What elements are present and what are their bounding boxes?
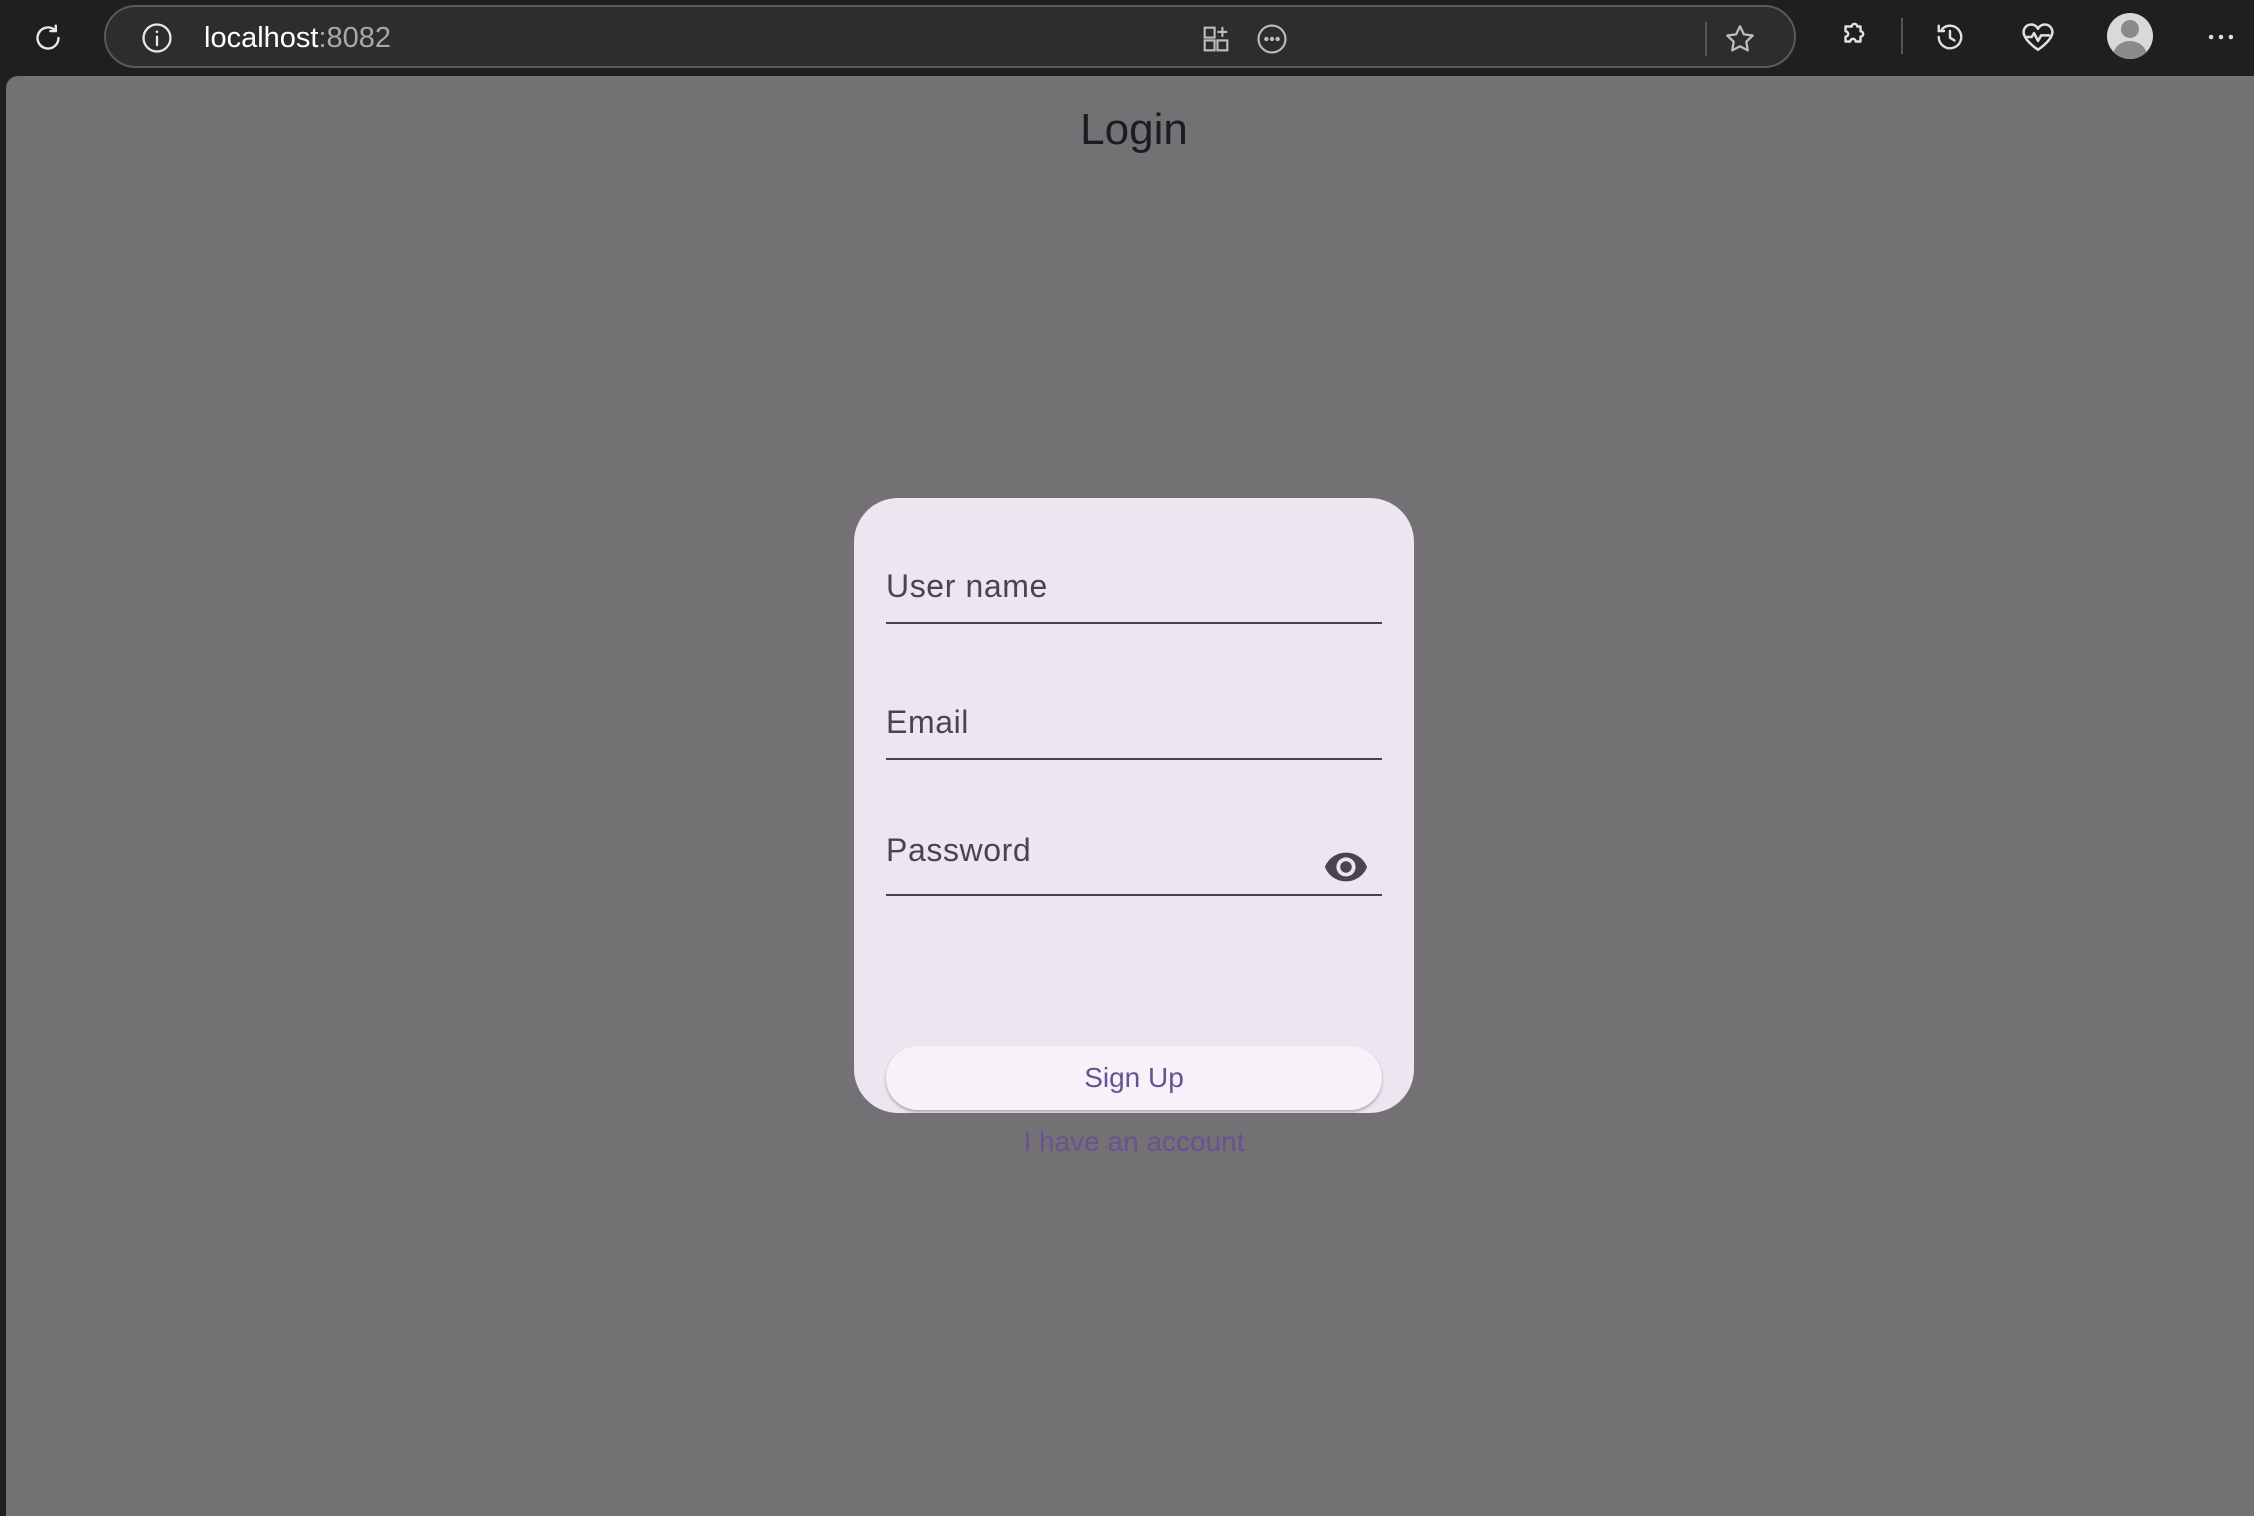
star-icon bbox=[1726, 25, 1754, 52]
toolbar-separator bbox=[1901, 18, 1903, 54]
signup-card: User name Email Password Sign Up I have … bbox=[854, 498, 1414, 1157]
history-icon bbox=[1937, 24, 1963, 50]
page-viewport: Login User name Email Password Sign Up I… bbox=[6, 76, 2254, 1516]
browser-menu-button[interactable] bbox=[2196, 12, 2246, 62]
url-text[interactable]: localhost:8082 bbox=[204, 20, 391, 56]
more-page-actions-button[interactable] bbox=[1250, 17, 1294, 61]
email-field[interactable]: Email bbox=[886, 670, 1382, 760]
more-horizontal-icon bbox=[2208, 34, 2234, 40]
performance-button[interactable] bbox=[2013, 12, 2063, 62]
sign-up-button[interactable]: Sign Up bbox=[886, 1046, 1382, 1110]
page-title: Login bbox=[1080, 105, 1188, 154]
extensions-button[interactable] bbox=[1828, 12, 1878, 62]
more-circle-icon bbox=[1257, 24, 1287, 54]
url-port: :8082 bbox=[318, 22, 392, 54]
avatar-head bbox=[2121, 20, 2139, 38]
heartbeat-icon bbox=[2022, 23, 2054, 51]
password-field[interactable]: Password bbox=[886, 806, 1382, 896]
favorite-button[interactable] bbox=[1718, 17, 1762, 61]
puzzle-icon bbox=[1844, 22, 1865, 43]
eye-icon bbox=[1324, 852, 1368, 882]
avatar-body bbox=[2113, 41, 2147, 59]
username-input[interactable] bbox=[886, 562, 1326, 608]
username-field[interactable]: User name bbox=[886, 534, 1382, 624]
password-visibility-toggle[interactable] bbox=[1322, 842, 1370, 890]
history-button[interactable] bbox=[1925, 12, 1975, 62]
reload-button[interactable] bbox=[22, 12, 74, 64]
browser-toolbar: localhost:8082 bbox=[0, 0, 2254, 74]
email-input[interactable] bbox=[886, 698, 1326, 744]
apps-button[interactable] bbox=[1194, 17, 1238, 61]
reload-icon bbox=[36, 24, 60, 50]
have-account-link[interactable]: I have an account bbox=[854, 1122, 1414, 1162]
apps-icon bbox=[1203, 26, 1229, 52]
profile-avatar[interactable] bbox=[2107, 13, 2153, 59]
url-host: localhost bbox=[204, 22, 319, 54]
password-input[interactable] bbox=[886, 834, 1326, 880]
address-bar[interactable]: localhost:8082 bbox=[104, 5, 1796, 68]
address-separator bbox=[1705, 22, 1707, 56]
info-icon bbox=[142, 23, 172, 53]
site-info-button[interactable] bbox=[140, 21, 174, 55]
